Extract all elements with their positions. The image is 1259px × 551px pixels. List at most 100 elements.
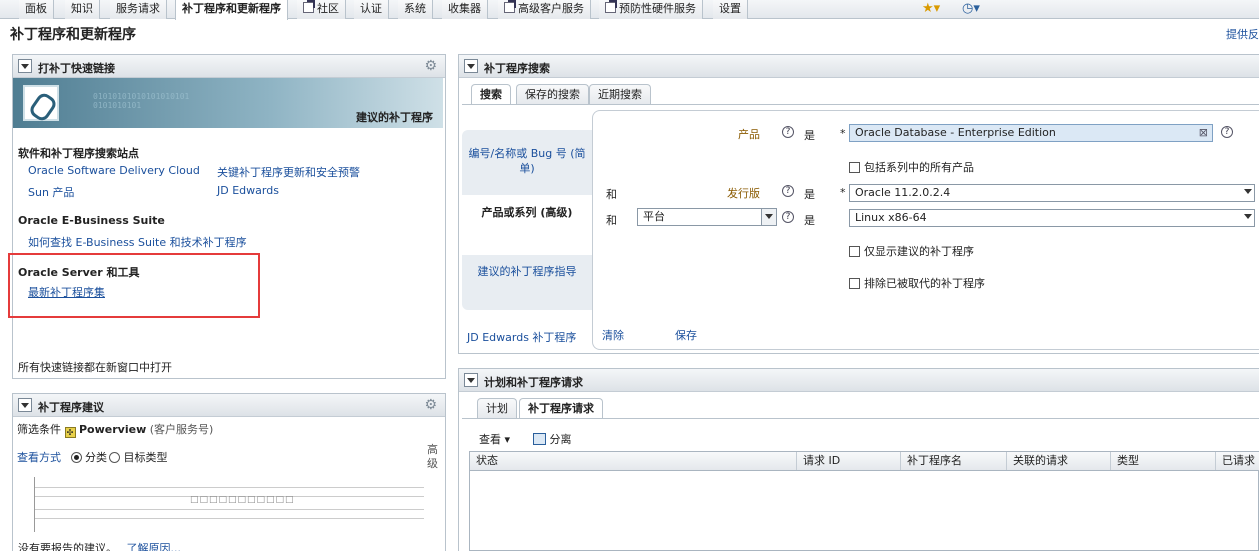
tab-community[interactable]: 社区 bbox=[297, 0, 346, 19]
radio-category[interactable] bbox=[70, 452, 82, 463]
tab-systems[interactable]: 系统 bbox=[398, 0, 433, 19]
panel-title: 补丁程序搜索 bbox=[484, 62, 550, 75]
panel-header: 打补丁快速链接 ⚙ bbox=[13, 55, 445, 78]
link-jd-edwards[interactable]: JD Edwards bbox=[217, 184, 279, 197]
detach-button[interactable]: 分离 bbox=[533, 431, 572, 447]
column-header-requested[interactable]: 已请求 bbox=[1216, 452, 1259, 470]
collapse-toggle-icon[interactable] bbox=[18, 398, 32, 412]
column-header-type[interactable]: 类型 bbox=[1111, 452, 1216, 470]
product-field[interactable]: Oracle Database - Enterprise Edition ⊠ bbox=[849, 124, 1213, 142]
help-icon[interactable]: ? bbox=[1221, 126, 1233, 138]
gridline bbox=[35, 487, 424, 488]
only-recommended-label: 仅显示建议的补丁程序 bbox=[864, 245, 974, 258]
column-header-status[interactable]: 状态 bbox=[470, 452, 797, 470]
learn-more-link[interactable]: 了解原因... bbox=[127, 542, 182, 551]
page-title: 补丁程序和更新程序 bbox=[10, 27, 136, 43]
exclude-superseded-checkbox[interactable] bbox=[849, 278, 860, 289]
tab-label: 社区 bbox=[317, 2, 339, 15]
tab-dashboard[interactable]: 面板 bbox=[19, 0, 54, 19]
top-navigation-bar: 面板 知识 服务请求 补丁程序和更新程序 社区 认证 系统 收集器 高级客户服务… bbox=[0, 0, 1259, 20]
external-link-icon bbox=[504, 0, 516, 13]
help-icon[interactable]: ? bbox=[782, 185, 794, 197]
tab-plans[interactable]: 计划 bbox=[477, 398, 517, 418]
tab-label: 收集器 bbox=[448, 2, 481, 15]
feedback-link[interactable]: 提供反 bbox=[1226, 26, 1259, 42]
tab-label: 知识 bbox=[71, 2, 93, 15]
tab-preventive-hardware-services[interactable]: 预防性硬件服务 bbox=[599, 0, 703, 19]
link-critical-patch-updates[interactable]: 关键补丁程序更新和安全预警 bbox=[217, 164, 360, 180]
column-header-related-request[interactable]: 关联的请求 bbox=[1007, 452, 1111, 470]
filter-suffix: (客户服务号) bbox=[149, 423, 214, 436]
gear-icon[interactable]: ⚙ bbox=[424, 58, 437, 74]
and-label: 和 bbox=[606, 188, 617, 201]
highlight-box bbox=[8, 253, 260, 318]
binary-pattern: 01010101010101010101 0101010101 bbox=[93, 92, 190, 110]
tab-collector[interactable]: 收集器 bbox=[442, 0, 488, 19]
gridline bbox=[35, 509, 424, 510]
panel-header: 计划和补丁程序请求 bbox=[459, 369, 1259, 392]
section-heading: Oracle E-Business Suite bbox=[18, 214, 165, 227]
help-icon[interactable]: ? bbox=[782, 211, 794, 223]
tab-service-requests[interactable]: 服务请求 bbox=[110, 0, 167, 19]
attribute-select[interactable]: 平台 bbox=[637, 208, 777, 226]
tab-search[interactable]: 搜索 bbox=[471, 84, 511, 104]
detach-icon bbox=[533, 433, 546, 445]
include-family-checkbox[interactable] bbox=[849, 162, 860, 173]
collapse-toggle-icon[interactable] bbox=[464, 59, 478, 73]
tab-label: 面板 bbox=[25, 2, 47, 15]
tab-settings[interactable]: 设置 bbox=[713, 0, 748, 19]
attribute-select-value: 平台 bbox=[643, 210, 665, 223]
link-oracle-software-delivery-cloud[interactable]: Oracle Software Delivery Cloud bbox=[28, 164, 200, 177]
required-marker: * bbox=[840, 186, 846, 199]
release-dropdown[interactable]: Oracle 11.2.0.2.4 bbox=[849, 184, 1255, 202]
chart-placeholder: □□□□□□□□□□□ bbox=[190, 495, 295, 505]
favorites-star-icon[interactable]: ★▾ bbox=[922, 1, 940, 17]
help-icon[interactable]: ? bbox=[782, 126, 794, 138]
is-label: 是 bbox=[804, 188, 815, 201]
recent-history-icon[interactable]: ◷▾ bbox=[962, 1, 980, 17]
column-header-patch-name[interactable]: 补丁程序名 bbox=[901, 452, 1007, 470]
link-sun-products[interactable]: Sun 产品 bbox=[28, 184, 74, 200]
release-value: Oracle 11.2.0.2.4 bbox=[855, 186, 951, 199]
tab-patches-updates[interactable]: 补丁程序和更新程序 bbox=[175, 0, 288, 20]
product-value: Oracle Database - Enterprise Edition bbox=[855, 126, 1056, 139]
tab-saved-searches[interactable]: 保存的搜索 bbox=[516, 84, 589, 104]
save-button[interactable]: 保存 bbox=[675, 327, 697, 343]
side-tab-simple-search[interactable]: 编号/名称或 Bug 号 (简单) bbox=[462, 146, 592, 176]
link-ebs-patches[interactable]: 如何查找 E-Business Suite 和技术补丁程序 bbox=[28, 234, 247, 250]
chevron-down-icon bbox=[765, 214, 773, 219]
collapse-toggle-icon[interactable] bbox=[464, 373, 478, 387]
tab-certifications[interactable]: 认证 bbox=[354, 0, 389, 19]
clear-icon[interactable]: ⊠ bbox=[1199, 125, 1208, 141]
tab-recent-searches[interactable]: 近期搜索 bbox=[589, 84, 651, 104]
side-tab-advanced-search[interactable]: 产品或系列 (高级) bbox=[462, 204, 592, 220]
banner-text: 建议的补丁程序 bbox=[356, 111, 433, 124]
collapse-toggle-icon[interactable] bbox=[18, 59, 32, 73]
side-tab-jd-edwards[interactable]: JD Edwards 补丁程序 bbox=[467, 329, 597, 345]
radio-target-type[interactable] bbox=[109, 452, 120, 463]
search-form-frame bbox=[592, 110, 1259, 350]
is-label: 是 bbox=[804, 129, 815, 142]
platform-dropdown[interactable]: Linux x86-64 bbox=[849, 209, 1255, 227]
tab-label: 高级客户服务 bbox=[518, 2, 584, 15]
gear-icon[interactable]: ⚙ bbox=[424, 397, 437, 413]
advanced-label[interactable]: 高 级 bbox=[427, 443, 438, 471]
filter-value: Powerview bbox=[79, 423, 147, 436]
only-recommended-checkbox[interactable] bbox=[849, 246, 860, 257]
quick-links-banner: 01010101010101010101 0101010101 建议的补丁程序 bbox=[13, 78, 443, 128]
side-tab-recommended-guide[interactable]: 建议的补丁程序指导 bbox=[462, 263, 592, 279]
exclude-superseded-label: 排除已被取代的补丁程序 bbox=[864, 277, 985, 290]
product-label: 产品 bbox=[738, 128, 760, 141]
view-menu[interactable]: 查看 ▾ bbox=[479, 431, 510, 447]
tab-patch-requests[interactable]: 补丁程序请求 bbox=[519, 398, 603, 418]
filter-row: 筛选条件 ✣ Powerview (客户服务号) bbox=[17, 421, 213, 438]
column-header-request-id[interactable]: 请求 ID bbox=[797, 452, 901, 470]
tab-advanced-customer-services[interactable]: 高级客户服务 bbox=[498, 0, 591, 19]
clear-button[interactable]: 清除 bbox=[602, 327, 624, 343]
select-button bbox=[761, 209, 776, 225]
only-recommended-row: 仅显示建议的补丁程序 bbox=[849, 243, 974, 259]
radio-target-label: 目标类型 bbox=[123, 451, 168, 464]
tab-label: 服务请求 bbox=[116, 2, 160, 15]
tab-strip-line bbox=[462, 104, 1259, 105]
tab-knowledge[interactable]: 知识 bbox=[65, 0, 100, 19]
